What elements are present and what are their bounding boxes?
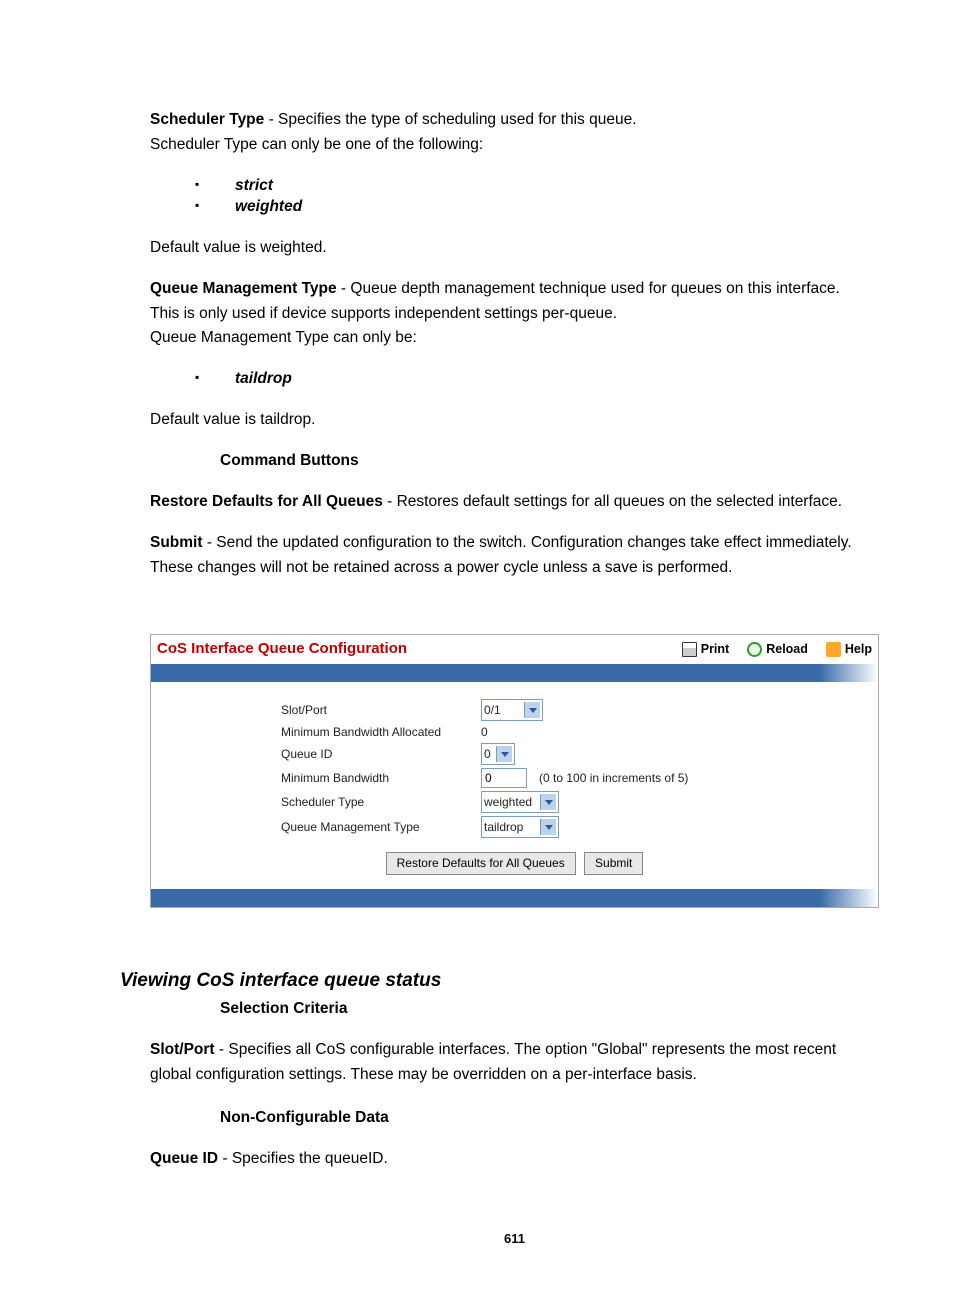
qmt-options-list: taildrop <box>150 369 879 390</box>
reload-icon <box>747 642 762 657</box>
scheduler-type-desc-2: Scheduler Type can only be one of the fo… <box>150 135 879 156</box>
chevron-down-icon <box>540 819 556 835</box>
min-bw-input[interactable] <box>481 768 527 788</box>
list-item: strict <box>235 177 273 194</box>
page-number: 611 <box>150 1230 879 1248</box>
help-icon <box>826 642 841 657</box>
restore-defaults-term: Restore Defaults for All Queues <box>150 493 383 510</box>
panel-title: CoS Interface Queue Configuration <box>157 639 682 659</box>
queue-id-desc: - Specifies the queueID. <box>218 1150 388 1167</box>
min-bw-alloc-value: 0 <box>481 724 488 740</box>
queue-id-select[interactable]: 0 <box>481 743 515 765</box>
queue-id-value: 0 <box>484 746 491 762</box>
slot-port-value: 0/1 <box>484 702 501 718</box>
qmt-label: Queue Management Type <box>151 819 481 835</box>
slot-port-term: Slot/Port <box>150 1041 215 1058</box>
min-bw-label: Minimum Bandwidth <box>151 770 481 786</box>
qmt-select[interactable]: taildrop <box>481 816 559 838</box>
slot-port-label: Slot/Port <box>151 702 481 718</box>
submit-desc-1: - Send the updated configuration to the … <box>203 534 852 551</box>
section-heading: Viewing CoS interface queue status <box>120 968 879 994</box>
reload-button[interactable]: Reload <box>747 641 808 658</box>
list-item: weighted <box>235 198 302 215</box>
scheduler-type-options-list: strict weighted <box>150 176 879 218</box>
print-button[interactable]: Print <box>682 641 729 658</box>
help-label: Help <box>845 641 872 658</box>
print-label: Print <box>701 641 729 658</box>
slot-port-desc-2: global configuration settings. These may… <box>150 1065 879 1086</box>
min-bw-alloc-label: Minimum Bandwidth Allocated <box>151 724 481 740</box>
scheduler-type-term: Scheduler Type <box>150 111 264 128</box>
default-weighted-note: Default value is weighted. <box>150 238 879 259</box>
submit-button[interactable]: Submit <box>584 852 643 874</box>
command-buttons-heading: Command Buttons <box>220 451 879 472</box>
reload-label: Reload <box>766 641 808 658</box>
scheduler-type-select[interactable]: weighted <box>481 791 559 813</box>
scheduler-type-desc-1: - Specifies the type of scheduling used … <box>264 111 636 128</box>
queue-id-label: Queue ID <box>151 746 481 762</box>
slot-port-desc-1: - Specifies all CoS configurable interfa… <box>215 1041 837 1058</box>
non-configurable-data-heading: Non-Configurable Data <box>220 1108 879 1129</box>
chevron-down-icon <box>540 794 556 810</box>
chevron-down-icon <box>496 746 512 762</box>
print-icon <box>682 642 697 657</box>
scheduler-type-value: weighted <box>484 794 532 810</box>
default-taildrop-note: Default value is taildrop. <box>150 410 879 431</box>
restore-defaults-button[interactable]: Restore Defaults for All Queues <box>386 852 576 874</box>
scheduler-type-label: Scheduler Type <box>151 794 481 810</box>
qmt-desc-1: - Queue depth management technique used … <box>337 280 840 297</box>
queue-id-term: Queue ID <box>150 1150 218 1167</box>
list-item: taildrop <box>235 370 292 387</box>
qmt-desc-3: Queue Management Type can only be: <box>150 328 879 349</box>
submit-desc-2: These changes will not be retained acros… <box>150 558 879 579</box>
qmt-term: Queue Management Type <box>150 280 337 297</box>
min-bw-hint: (0 to 100 in increments of 5) <box>539 770 688 786</box>
divider-bar-top <box>151 664 878 682</box>
submit-term: Submit <box>150 534 203 551</box>
help-button[interactable]: Help <box>826 641 872 658</box>
qmt-value: taildrop <box>484 819 523 835</box>
restore-defaults-desc: - Restores default settings for all queu… <box>383 493 842 510</box>
slot-port-select[interactable]: 0/1 <box>481 699 543 721</box>
chevron-down-icon <box>524 702 540 718</box>
divider-bar-bottom <box>151 889 878 907</box>
cos-queue-config-panel: CoS Interface Queue Configuration Print … <box>150 634 879 908</box>
qmt-desc-2: This is only used if device supports ind… <box>150 304 879 325</box>
selection-criteria-heading: Selection Criteria <box>220 999 879 1020</box>
